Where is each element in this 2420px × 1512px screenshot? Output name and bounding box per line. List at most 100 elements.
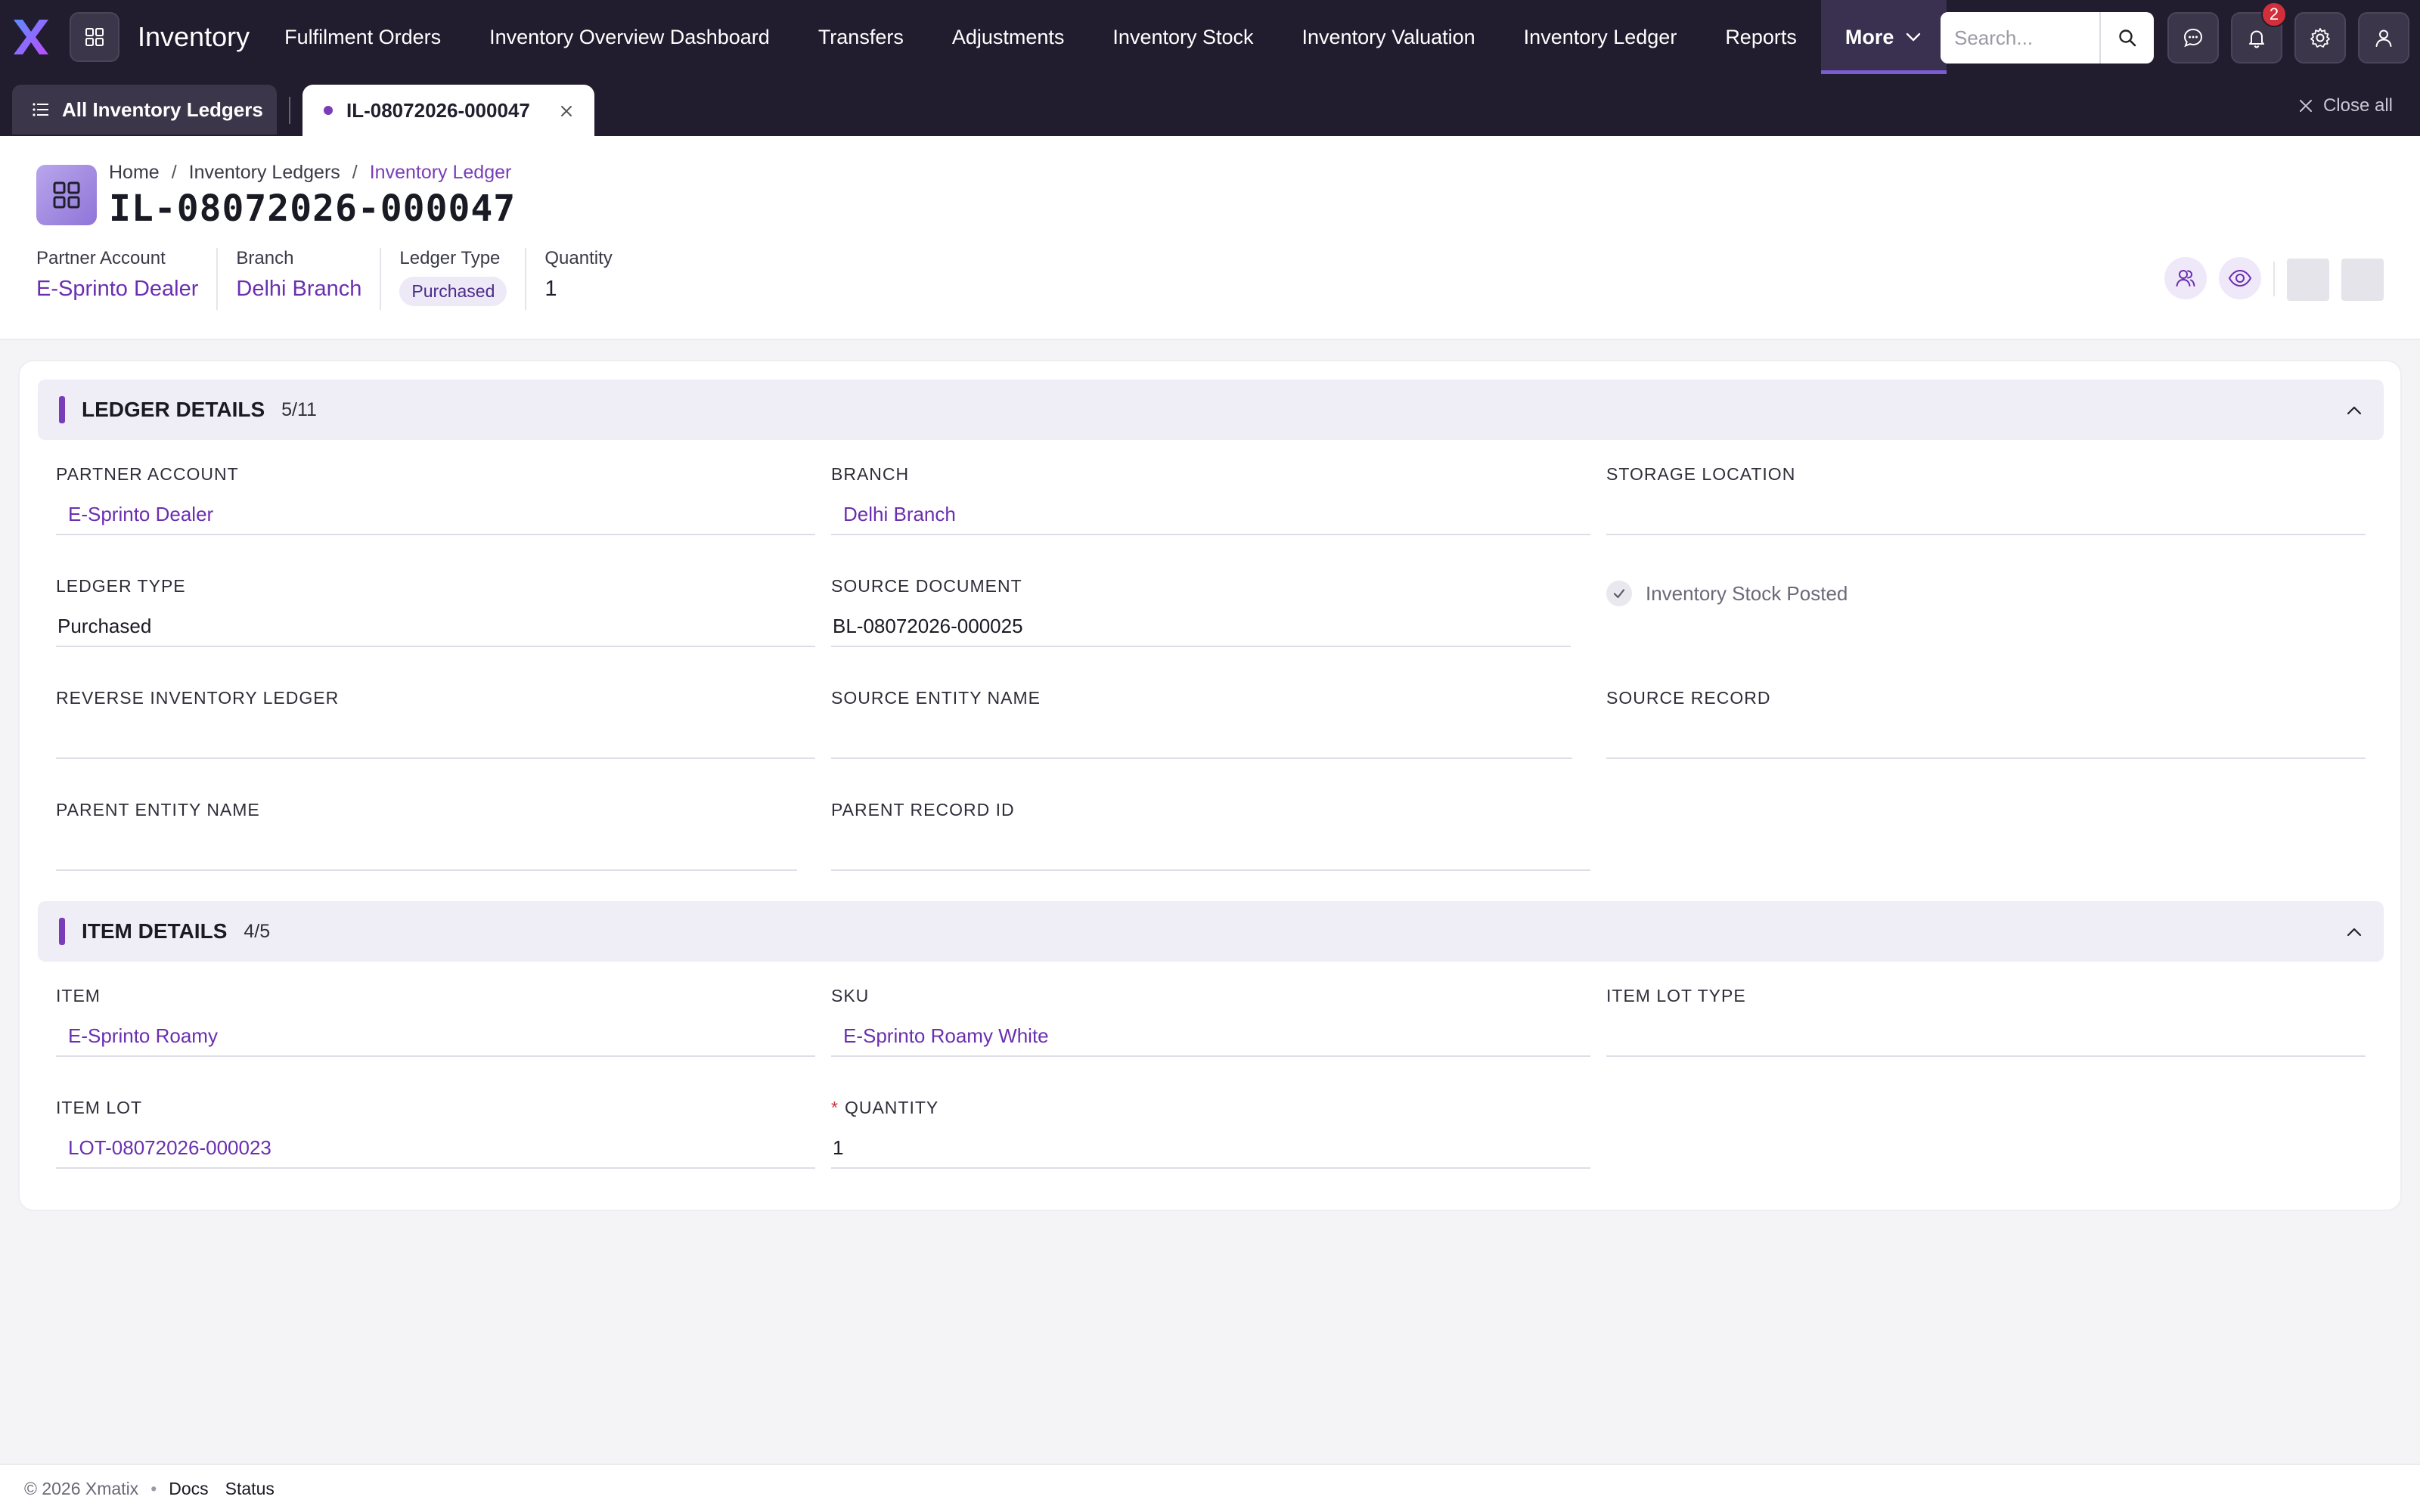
header-action-placeholder[interactable] [2287, 259, 2329, 301]
header-action-divider [2273, 262, 2275, 296]
page-title: IL-08072026-000047 [109, 187, 517, 230]
tab-current-record-label: IL-08072026-000047 [346, 98, 530, 122]
section-title: ITEM DETAILS [82, 919, 228, 943]
nav-item-inventory-ledger[interactable]: Inventory Ledger [1500, 0, 1702, 74]
tab-divider [289, 97, 290, 124]
section-field-count: 4/5 [244, 920, 271, 942]
field-label: LEDGER TYPE [56, 576, 186, 596]
breadcrumb: Home / Inventory Ledgers / Inventory Led… [109, 162, 511, 184]
summary-ledger-type: Ledger Type Purchased [399, 248, 527, 310]
search-input[interactable] [1941, 12, 2101, 64]
field-label: SOURCE ENTITY NAME [831, 688, 1041, 708]
close-all-tabs-button[interactable]: Close all [2297, 95, 2393, 116]
source-entity-name-value[interactable] [831, 718, 1572, 759]
item-lot-link[interactable]: LOT-08072026-000023 [56, 1128, 815, 1169]
parent-entity-name-field: PARENT ENTITY NAME [56, 800, 797, 871]
field-label: STORAGE LOCATION [1606, 464, 1796, 484]
summary-quantity-value: 1 [544, 277, 557, 301]
source-entity-name-field: SOURCE ENTITY NAME [831, 688, 1572, 759]
tab-current-record[interactable]: IL-08072026-000047 [302, 85, 594, 136]
reverse-inventory-ledger-field: REVERSE INVENTORY LEDGER [56, 688, 815, 759]
storage-location-value[interactable] [1606, 494, 2366, 535]
sku-link[interactable]: E-Sprinto Roamy White [831, 1016, 1590, 1057]
watch-button[interactable] [2219, 257, 2261, 299]
nav-item-reports[interactable]: Reports [1701, 0, 1821, 74]
field-label: ITEM LOT TYPE [1606, 986, 1746, 1005]
footer-docs-link[interactable]: Docs [169, 1479, 208, 1499]
search-button[interactable] [2101, 12, 2154, 64]
field-label: ITEM LOT [56, 1098, 143, 1117]
notification-count-badge: 2 [2261, 2, 2287, 27]
top-navbar: Inventory Fulfilment Orders Inventory Ov… [0, 0, 2420, 74]
user-profile-button[interactable] [2358, 12, 2409, 64]
section-field-count: 5/11 [281, 398, 317, 420]
record-header: Home / Inventory Ledgers / Inventory Led… [0, 136, 2420, 340]
breadcrumb-separator: / [171, 162, 177, 183]
partner-account-link[interactable]: E-Sprinto Dealer [56, 494, 815, 535]
eye-icon [2228, 269, 2252, 287]
source-document-value[interactable]: BL-08072026-000025 [831, 606, 1571, 647]
breadcrumb-inventory-ledgers[interactable]: Inventory Ledgers [189, 162, 340, 184]
ledger-type-badge: Purchased [399, 277, 507, 306]
branch-link[interactable]: Delhi Branch [831, 494, 1590, 535]
field-label: REVERSE INVENTORY LEDGER [56, 688, 340, 708]
summary-partner-account: Partner Account E-Sprinto Dealer [36, 248, 219, 310]
apps-grid-button[interactable] [70, 12, 119, 62]
nav-item-adjustments[interactable]: Adjustments [928, 0, 1089, 74]
source-record-value[interactable] [1606, 718, 2366, 759]
main-nav: Fulfilment Orders Inventory Overview Das… [260, 0, 1947, 74]
nav-item-transfers[interactable]: Transfers [794, 0, 928, 74]
branch-field: BRANCH Delhi Branch [831, 464, 1590, 535]
required-marker: * [831, 1098, 839, 1117]
nav-more-menu[interactable]: More [1820, 0, 1947, 74]
chevron-up-icon[interactable] [2344, 922, 2364, 942]
quantity-value[interactable]: 1 [831, 1128, 1590, 1169]
item-link[interactable]: E-Sprinto Roamy [56, 1016, 815, 1057]
nav-item-inventory-stock[interactable]: Inventory Stock [1088, 0, 1277, 74]
ledger-type-value[interactable]: Purchased [56, 606, 815, 647]
followers-button[interactable] [2164, 257, 2207, 299]
grid-icon [85, 28, 104, 46]
footer-copyright: © 2026 Xmatix [24, 1478, 139, 1498]
xmatix-logo-icon[interactable] [9, 15, 53, 59]
section-accent-bar [59, 918, 65, 945]
item-field: ITEM E-Sprinto Roamy [56, 986, 815, 1057]
footer-status-link[interactable]: Status [225, 1479, 275, 1499]
chat-button[interactable] [2167, 12, 2219, 64]
item-lot-type-value[interactable] [1606, 1016, 2366, 1057]
header-action-placeholder[interactable] [2341, 259, 2384, 301]
checkbox-checked[interactable] [1606, 581, 1632, 606]
tab-all-inventory-ledgers[interactable]: All Inventory Ledgers [12, 85, 277, 135]
bell-icon [2249, 30, 2264, 48]
ledger-type-field: LEDGER TYPE Purchased [56, 576, 815, 647]
inventory-stock-posted-checkbox[interactable]: Inventory Stock Posted [1606, 581, 1848, 606]
field-label: * QUANTITY [831, 1098, 1590, 1118]
page-footer: © 2026 Xmatix • Docs Status [0, 1464, 2420, 1512]
settings-button[interactable] [2294, 12, 2346, 64]
ledger-details-section-header[interactable]: LEDGER DETAILS 5/11 [38, 380, 2384, 440]
item-lot-field: ITEM LOT LOT-08072026-000023 [56, 1098, 815, 1169]
summary-branch: Branch Delhi Branch [236, 248, 382, 310]
source-record-field: SOURCE RECORD [1606, 688, 2366, 759]
section-accent-bar [59, 396, 65, 423]
breadcrumb-home[interactable]: Home [109, 162, 160, 184]
sku-field: SKU E-Sprinto Roamy White [831, 986, 1590, 1057]
summary-branch-link[interactable]: Delhi Branch [236, 277, 361, 302]
parent-record-id-value[interactable] [831, 830, 1590, 871]
nav-item-fulfilment-orders[interactable]: Fulfilment Orders [260, 0, 465, 74]
parent-entity-name-value[interactable] [56, 830, 797, 871]
chevron-up-icon[interactable] [2344, 401, 2364, 420]
chevron-down-icon [1907, 33, 1921, 42]
reverse-inventory-ledger-value[interactable] [56, 718, 815, 759]
search-icon [2119, 29, 2136, 47]
nav-item-inventory-valuation[interactable]: Inventory Valuation [1278, 0, 1500, 74]
nav-item-inventory-overview-dashboard[interactable]: Inventory Overview Dashboard [465, 0, 794, 74]
close-icon[interactable] [558, 103, 575, 119]
summary-label: Branch [236, 248, 294, 268]
item-lot-type-field: ITEM LOT TYPE [1606, 986, 2366, 1057]
item-details-section-header[interactable]: ITEM DETAILS 4/5 [38, 901, 2384, 962]
storage-location-field: STORAGE LOCATION [1606, 464, 2366, 535]
notifications-button[interactable]: 2 [2231, 2, 2287, 64]
summary-partner-account-link[interactable]: E-Sprinto Dealer [36, 277, 198, 302]
parent-record-id-field: PARENT RECORD ID [831, 800, 1590, 871]
